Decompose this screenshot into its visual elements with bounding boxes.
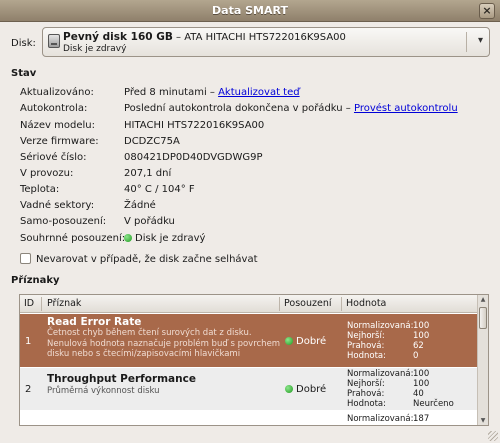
no-warn-label[interactable]: Nevarovat v případě, že disk začne selhá… — [36, 254, 258, 265]
row-value: 40° C / 104° F — [124, 184, 195, 195]
row-self-assessment: Samo-posouzení: V pořádku — [20, 216, 490, 232]
row-bad-sectors: Vadné sektory: Žádné — [20, 200, 490, 216]
good-status-icon — [285, 385, 293, 393]
row-label: Verze firmware: — [20, 136, 99, 147]
column-header-assessment[interactable]: Posouzení — [284, 298, 331, 309]
hard-disk-icon — [48, 34, 60, 48]
attribute-values: Normalizovaná:187 — [347, 414, 430, 424]
resize-grip-icon[interactable] — [488, 431, 498, 441]
row-value: 207,1 dní — [124, 168, 172, 179]
row-overall-assessment: Souhrnné posouzení: Disk je zdravý — [20, 233, 490, 249]
table-row[interactable]: Normalizovaná:187 — [20, 411, 478, 425]
row-label: Souhrnné posouzení: — [20, 233, 126, 244]
row-serial: Sériové číslo: 080421DP0D40DVGDWG9P — [20, 152, 490, 168]
scrollbar-thumb[interactable] — [479, 307, 487, 329]
disk-title: Pevný disk 160 GB – ATA HITACHI HTS72201… — [63, 31, 346, 43]
refresh-now-link[interactable]: Aktualizovat teď — [218, 87, 300, 98]
table-row[interactable]: 2 Throughput Performance Průměrná výkonn… — [20, 368, 478, 410]
no-warn-option[interactable]: Nevarovat v případě, že disk začne selhá… — [20, 253, 258, 265]
disk-status: Disk je zdravý — [63, 44, 127, 54]
table-row[interactable]: 1 Read Error Rate Četnost chyb během čte… — [20, 314, 478, 367]
scroll-up-icon[interactable]: ▲ — [479, 296, 487, 303]
assessment: Dobré — [285, 384, 326, 395]
attribute-name: Read Error Rate — [47, 316, 142, 328]
no-warn-checkbox[interactable] — [20, 253, 31, 264]
row-value: Disk je zdravý — [124, 233, 205, 244]
attribute-name: Throughput Performance — [47, 373, 196, 385]
column-divider[interactable] — [341, 297, 342, 311]
combo-separator — [466, 32, 467, 52]
row-label: Vadné sektory: — [20, 200, 95, 211]
column-header-value[interactable]: Hodnota — [346, 298, 386, 309]
row-selftest: Autokontrola: Poslední autokontrola doko… — [20, 103, 490, 119]
good-status-icon — [285, 337, 293, 345]
attribute-values: Normalizovaná:100 Nejhorší: 100 Prahová: 6… — [347, 321, 430, 361]
row-value: Žádné — [124, 200, 156, 211]
row-model: Název modelu: HITACHI HTS722016K9SA00 — [20, 120, 490, 136]
table-header: ID Příznak Posouzení Hodnota — [20, 295, 478, 313]
row-label: Sériové číslo: — [20, 152, 87, 163]
row-powered-on: V provozu: 207,1 dní — [20, 168, 490, 184]
disk-name: Pevný disk 160 GB — [63, 31, 173, 43]
section-heading-stav: Stav — [11, 68, 37, 79]
window-title: Data SMART — [212, 4, 288, 17]
attribute-description: Četnost chyb během čtení surových dat z … — [47, 328, 281, 359]
row-firmware: Verze firmware: DCDZC75A — [20, 136, 490, 152]
row-value: Poslední autokontrola dokončena v pořádk… — [124, 103, 458, 114]
row-value: DCDZC75A — [124, 136, 180, 147]
row-updated: Aktualizováno: Před 8 minutami – Aktuali… — [20, 87, 490, 103]
row-temperature: Teplota: 40° C / 104° F — [20, 184, 490, 200]
section-heading-priznaky: Příznaky — [11, 275, 60, 286]
disk-label: Disk: — [11, 38, 36, 49]
assessment: Dobré — [285, 336, 326, 347]
row-value: Před 8 minutami – Aktualizovat teď — [124, 87, 300, 98]
row-label: Samo-posouzení: — [20, 216, 107, 227]
row-label: Aktualizováno: — [20, 87, 94, 98]
attributes-table[interactable]: ID Příznak Posouzení Hodnota 1 Read Erro… — [19, 294, 489, 426]
chevron-down-icon[interactable]: ▾ — [478, 35, 483, 46]
disk-selector[interactable]: Pevný disk 160 GB – ATA HITACHI HTS72201… — [42, 27, 490, 57]
column-header-id[interactable]: ID — [24, 298, 34, 309]
close-icon[interactable]: × — [479, 3, 495, 19]
attribute-description: Průměrná výkonnost disku — [47, 386, 160, 396]
disk-detail: – ATA HITACHI HTS722016K9SA00 — [172, 32, 346, 43]
row-value: HITACHI HTS722016K9SA00 — [124, 120, 265, 131]
table-scrollbar[interactable]: ▲ ▼ — [477, 295, 488, 425]
row-value: V pořádku — [124, 216, 175, 227]
row-id: 1 — [25, 336, 32, 347]
row-label: V provozu: — [20, 168, 74, 179]
healthy-status-icon — [124, 234, 132, 242]
window-titlebar: Data SMART × — [0, 0, 500, 22]
column-divider[interactable] — [279, 297, 280, 311]
row-label: Autokontrola: — [20, 103, 88, 114]
row-label: Teplota: — [20, 184, 60, 195]
attribute-values: Normalizovaná:100 Nejhorší: 100 Prahová: 4… — [347, 369, 454, 409]
run-selftest-link[interactable]: Provést autokontrolu — [354, 103, 458, 114]
scroll-down-icon[interactable]: ▼ — [479, 417, 487, 424]
row-label: Název modelu: — [20, 120, 95, 131]
column-header-attribute[interactable]: Příznak — [47, 298, 81, 309]
row-id: 2 — [25, 384, 32, 395]
column-divider[interactable] — [41, 297, 42, 311]
row-value: 080421DP0D40DVGDWG9P — [124, 152, 263, 163]
